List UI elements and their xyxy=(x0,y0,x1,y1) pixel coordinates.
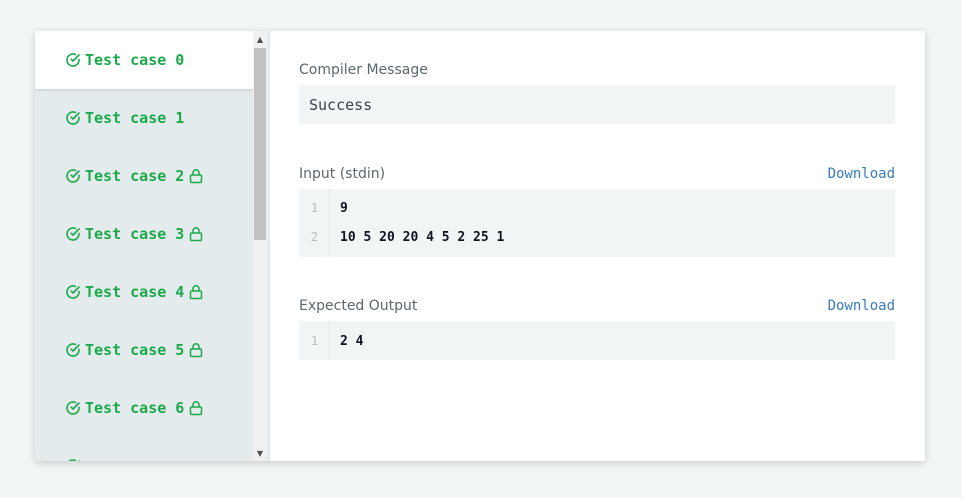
arrow-up-icon[interactable]: ▲ xyxy=(253,31,267,47)
compiler-message-text: Success xyxy=(309,95,373,114)
test-case-sidebar: Test case 0 Test case 1 Test case 2 Test… xyxy=(35,31,270,461)
line-text: 10 5 20 20 4 5 2 25 1 xyxy=(340,229,505,245)
circle-check-icon xyxy=(65,342,81,358)
line-number: 1 xyxy=(310,334,319,348)
circle-check-icon xyxy=(65,400,81,416)
test-case-tab-2[interactable]: Test case 2 xyxy=(35,147,253,205)
test-case-label: Test case 0 xyxy=(85,51,185,69)
lock-icon xyxy=(188,342,204,358)
test-case-label: Test case 4 xyxy=(85,283,185,301)
compiler-message-box: Success xyxy=(299,85,895,124)
lock-icon xyxy=(188,168,204,184)
test-case-label: Test case 5 xyxy=(85,341,185,359)
circle-check-icon xyxy=(65,110,81,126)
sidebar-scrollbar[interactable]: ▲ ▼ xyxy=(253,31,267,461)
line-number: 2 xyxy=(310,230,319,244)
circle-check-icon xyxy=(65,458,81,461)
circle-check-icon xyxy=(65,168,81,184)
line-text: 2 4 xyxy=(340,333,364,349)
test-case-label: Test case 2 xyxy=(85,167,185,185)
circle-check-icon xyxy=(65,284,81,300)
code-line: 1 2 4 xyxy=(299,331,895,351)
test-case-tab-3[interactable]: Test case 3 xyxy=(35,205,253,263)
test-case-tab-1[interactable]: Test case 1 xyxy=(35,89,253,147)
line-number: 1 xyxy=(310,201,319,215)
circle-check-icon xyxy=(65,52,81,68)
test-case-detail: Compiler Message Success Input (stdin) D… xyxy=(299,31,895,461)
test-case-label: Test case 1 xyxy=(85,109,185,127)
scrollbar-thumb[interactable] xyxy=(254,48,266,240)
test-case-label: Test case 3 xyxy=(85,225,185,243)
lock-icon xyxy=(188,284,204,300)
test-case-tab-5[interactable]: Test case 5 xyxy=(35,321,253,379)
input-download-link[interactable]: Download xyxy=(828,166,895,182)
test-case-label: Test case 6 xyxy=(85,399,185,417)
test-case-tab-6[interactable]: Test case 6 xyxy=(35,379,253,437)
code-line: 1 9 xyxy=(299,198,895,218)
lock-icon xyxy=(188,226,204,242)
code-line: 2 10 5 20 20 4 5 2 25 1 xyxy=(299,227,895,247)
test-case-tab-partial[interactable] xyxy=(35,437,253,461)
line-text: 9 xyxy=(340,200,348,216)
input-code-box: 1 9 2 10 5 20 20 4 5 2 25 1 xyxy=(299,189,895,257)
test-results-panel: Test case 0 Test case 1 Test case 2 Test… xyxy=(35,31,925,461)
test-case-tab-0[interactable]: Test case 0 xyxy=(35,31,253,89)
expected-output-code-box: 1 2 4 xyxy=(299,321,895,360)
test-case-tab-4[interactable]: Test case 4 xyxy=(35,263,253,321)
compiler-message-label: Compiler Message xyxy=(299,62,428,78)
circle-check-icon xyxy=(65,226,81,242)
arrow-down-icon[interactable]: ▼ xyxy=(253,445,267,461)
expected-output-download-link[interactable]: Download xyxy=(828,298,895,314)
input-label: Input (stdin) xyxy=(299,166,386,182)
expected-output-label: Expected Output xyxy=(299,298,418,314)
lock-icon xyxy=(188,400,204,416)
